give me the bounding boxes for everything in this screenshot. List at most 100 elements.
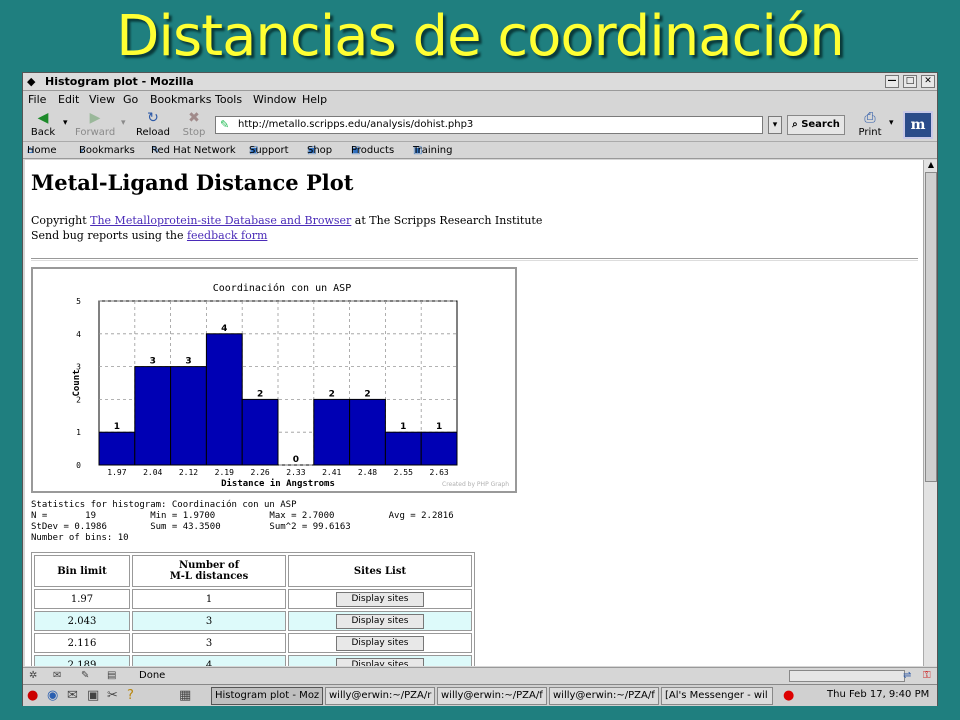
reload-button[interactable]: ↻ Reload xyxy=(133,109,173,141)
status-text: Done xyxy=(139,670,166,681)
workspace-switcher-icon[interactable]: ▦ xyxy=(179,688,191,703)
mail-icon[interactable]: ✉ xyxy=(53,670,61,681)
count-cell: 4 xyxy=(132,655,286,666)
y-tick-label: 4 xyxy=(76,330,81,339)
taskbar-item-histogram[interactable]: Histogram plot - Moz xyxy=(211,687,323,705)
statistics-block: Statistics for histogram: Coordinación c… xyxy=(31,500,454,544)
window-menu-icon[interactable]: ◆ xyxy=(27,75,35,88)
bar-value-label: 1 xyxy=(400,422,406,432)
red-hat-menu-icon[interactable]: ● xyxy=(27,688,38,703)
browser-launcher-icon[interactable]: ◉ xyxy=(47,688,58,703)
menu-view[interactable]: View xyxy=(89,93,115,106)
display-sites-button[interactable]: Display sites xyxy=(336,591,424,607)
histogram-svg: 1 1.97 3 2.04 3 2.12 4 2.19 2 2.26 0 2.33 2 2.41 2 2.48… xyxy=(72,282,509,489)
window-title: Histogram plot - Mozilla xyxy=(45,75,194,88)
sites-cell: Display sites xyxy=(288,655,472,666)
count-cell: 3 xyxy=(132,611,286,631)
bin-limit-cell: 2.189 xyxy=(34,655,130,666)
bar-value-label: 3 xyxy=(185,357,191,367)
taskbar-item-messenger[interactable]: [Al's Messenger - wil xyxy=(661,687,773,705)
security-lock-icon[interactable]: ⚿ xyxy=(923,670,931,681)
y-tick-label: 1 xyxy=(76,428,81,437)
bookmark-label: Bookmarks xyxy=(79,145,135,156)
terminal-launcher-icon[interactable]: ▣ xyxy=(87,688,99,703)
search-button[interactable]: ⌕ Search xyxy=(787,115,845,135)
composer-icon[interactable]: ✎ xyxy=(81,670,89,681)
bar-value-label: 1 xyxy=(114,422,120,432)
taskbar-item-terminal-3[interactable]: willy@erwin:~/PZA/f xyxy=(549,687,659,705)
x-tick-label: 2.33 xyxy=(286,468,305,477)
bookmark-label: Products xyxy=(351,145,395,156)
back-button[interactable]: ◀ Back xyxy=(23,109,63,141)
table-header-row: Bin limit Number of M-L distances Sites … xyxy=(34,555,472,587)
reload-icon: ↻ xyxy=(147,110,159,126)
bar-value-label: 0 xyxy=(293,455,299,465)
stop-button[interactable]: ✖ Stop xyxy=(174,109,214,141)
bins-table: Bin limit Number of M-L distances Sites … xyxy=(31,552,475,666)
address-book-icon[interactable]: ▤ xyxy=(107,670,116,681)
maximize-button[interactable]: □ xyxy=(903,75,917,88)
print-button[interactable]: ⎙ Print xyxy=(853,109,887,141)
display-sites-button[interactable]: Display sites xyxy=(336,657,424,666)
menu-edit[interactable]: Edit xyxy=(58,93,79,106)
taskbar-item-terminal-1[interactable]: willy@erwin:~/PZA/r xyxy=(325,687,435,705)
feedback-form-link[interactable]: feedback form xyxy=(187,229,267,242)
status-bar: ✲ ✉ ✎ ▤ Done ⇌ ⚿ xyxy=(23,667,937,683)
sites-cell: Display sites xyxy=(288,633,472,653)
navigator-icon[interactable]: ✲ xyxy=(29,670,37,681)
online-status-icon[interactable]: ⇌ xyxy=(903,670,911,681)
taskbar-item-terminal-2[interactable]: willy@erwin:~/PZA/f xyxy=(437,687,547,705)
minimize-button[interactable]: — xyxy=(885,75,899,88)
menu-help[interactable]: Help xyxy=(302,93,327,106)
histogram-bar xyxy=(313,398,351,466)
x-tick-label: 2.63 xyxy=(429,468,448,477)
scroll-up-arrow-icon[interactable]: ▲ xyxy=(924,160,938,172)
help-launcher-icon[interactable]: ? xyxy=(127,688,134,703)
bug-report-line: Send bug reports using the feedback form xyxy=(31,229,267,242)
histogram-bar xyxy=(98,431,136,466)
stop-icon: ✖ xyxy=(188,110,200,126)
back-label: Back xyxy=(30,127,56,138)
vertical-scrollbar[interactable]: ▲ xyxy=(923,160,937,666)
bookmark-label: Red Hat Network xyxy=(151,145,236,156)
table-row: 2.116 3 Display sites xyxy=(34,633,472,653)
slide-title: Distancias de coordinación xyxy=(116,4,844,69)
reload-label: Reload xyxy=(135,127,171,138)
table-row: 2.189 4 Display sites xyxy=(34,655,472,666)
menu-tools[interactable]: Tools xyxy=(215,93,242,106)
forward-button[interactable]: ▶ Forward xyxy=(75,109,115,141)
display-sites-button[interactable]: Display sites xyxy=(336,613,424,629)
menu-file[interactable]: File xyxy=(28,93,46,106)
bar-value-label: 3 xyxy=(150,357,156,367)
menu-window[interactable]: Window xyxy=(253,93,296,106)
printer-icon: ⎙ xyxy=(864,110,876,126)
metalloprotein-database-link[interactable]: The Metalloprotein-site Database and Bro… xyxy=(90,214,351,227)
forward-history-dropdown[interactable]: ▾ xyxy=(121,118,126,128)
sites-cell: Display sites xyxy=(288,611,472,631)
alert-notification-icon[interactable]: ● xyxy=(783,688,794,703)
personal-toolbar: ⌂ Home ✓ Bookmarks ✎ Red Hat Network ▣ Suppo… xyxy=(23,143,937,159)
print-options-dropdown[interactable]: ▾ xyxy=(889,118,894,128)
back-history-dropdown[interactable]: ▾ xyxy=(63,118,68,128)
search-label: Search xyxy=(801,119,840,130)
page-heading: Metal-Ligand Distance Plot xyxy=(31,170,354,195)
x-tick-label: 2.48 xyxy=(358,468,377,477)
email-launcher-icon[interactable]: ✉ xyxy=(67,688,78,703)
menu-bookmarks[interactable]: Bookmarks xyxy=(150,93,211,106)
x-tick-label: 2.41 xyxy=(322,468,341,477)
tools-launcher-icon[interactable]: ✂ xyxy=(107,688,118,703)
url-history-dropdown[interactable]: ▾ xyxy=(768,116,782,134)
close-button[interactable]: ✕ xyxy=(921,75,935,88)
window-titlebar[interactable]: ◆ Histogram plot - Mozilla — □ ✕ xyxy=(23,73,937,91)
menu-go[interactable]: Go xyxy=(123,93,138,106)
menu-bar: File Edit View Go Bookmarks Tools Window… xyxy=(23,92,937,108)
scrollbar-thumb[interactable] xyxy=(925,172,937,482)
stats-line: N = 19 Min = 1.9700 Max = 2.7000 Avg = 2… xyxy=(31,511,454,521)
bookmark-label: Training xyxy=(413,145,453,156)
mozilla-logo-icon[interactable]: m xyxy=(903,111,933,139)
url-input[interactable]: ✎ http://metallo.scripps.edu/analysis/do… xyxy=(215,116,763,134)
display-sites-button[interactable]: Display sites xyxy=(336,635,424,651)
copyright-line: Copyright The Metalloprotein-site Databa… xyxy=(31,214,542,227)
chart-credit: Created by PHP Graph xyxy=(442,481,509,488)
page-proxy-icon[interactable]: ✎ xyxy=(220,118,229,131)
